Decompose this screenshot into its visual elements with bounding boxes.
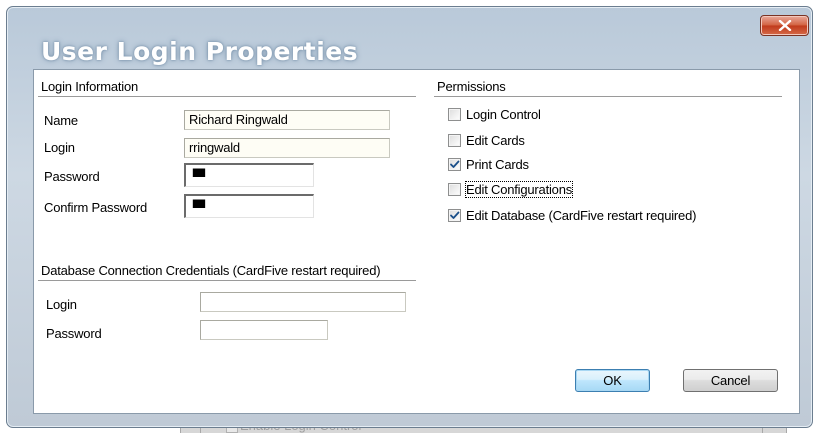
password-input[interactable]: IIIIIIIII	[184, 163, 314, 187]
database-credentials-title: Database Connection Credentials (CardFiv…	[41, 263, 381, 278]
name-input[interactable]: Richard Ringwald	[184, 110, 390, 130]
close-button[interactable]	[760, 15, 809, 36]
login-label: Login	[44, 140, 75, 155]
db-login-input[interactable]	[200, 292, 406, 312]
permission-label: Edit Database (CardFive restart required…	[466, 207, 697, 223]
checkmark-icon	[450, 211, 460, 219]
ok-button[interactable]: OK	[575, 369, 650, 392]
login-input[interactable]: rringwald	[184, 138, 390, 158]
login-information-title: Login Information	[41, 79, 139, 94]
checkbox[interactable]	[448, 133, 461, 147]
checkmark-icon	[450, 160, 460, 168]
db-password-input[interactable]	[200, 320, 328, 340]
permission-label: Print Cards	[466, 156, 529, 172]
db-password-label: Password	[46, 326, 102, 341]
confirm-password-label: Confirm Password	[44, 200, 147, 215]
login-information-rule	[38, 96, 416, 98]
database-credentials-rule	[38, 280, 416, 282]
dialog-client-area: Login Information Name Richard Ringwald …	[33, 69, 800, 414]
name-label: Name	[44, 113, 78, 128]
permission-label: Edit Cards	[466, 132, 525, 148]
db-login-label: Login	[46, 297, 77, 312]
permission-edit-configurations[interactable]: Edit Configurations	[448, 180, 574, 198]
screen: Enable Login Control User Login Properti…	[0, 0, 814, 433]
permission-print-cards[interactable]: Print Cards	[448, 156, 529, 172]
confirm-password-input[interactable]: IIIIIIIII	[184, 194, 314, 218]
cancel-button[interactable]: Cancel	[683, 369, 778, 392]
permission-label: Edit Configurations	[464, 180, 574, 198]
window-title: User Login Properties	[41, 37, 359, 66]
checkbox[interactable]	[448, 182, 461, 196]
password-label: Password	[44, 169, 100, 184]
permission-edit-database[interactable]: Edit Database (CardFive restart required…	[448, 207, 696, 223]
permission-edit-cards[interactable]: Edit Cards	[448, 132, 525, 148]
permission-login-control[interactable]: Login Control	[448, 106, 541, 122]
permissions-title: Permissions	[437, 79, 506, 94]
checkbox[interactable]	[448, 107, 461, 121]
permission-label: Login Control	[466, 106, 541, 122]
checkbox[interactable]	[448, 157, 461, 171]
permissions-rule	[434, 96, 782, 98]
close-icon	[778, 20, 791, 31]
checkbox[interactable]	[448, 208, 461, 222]
